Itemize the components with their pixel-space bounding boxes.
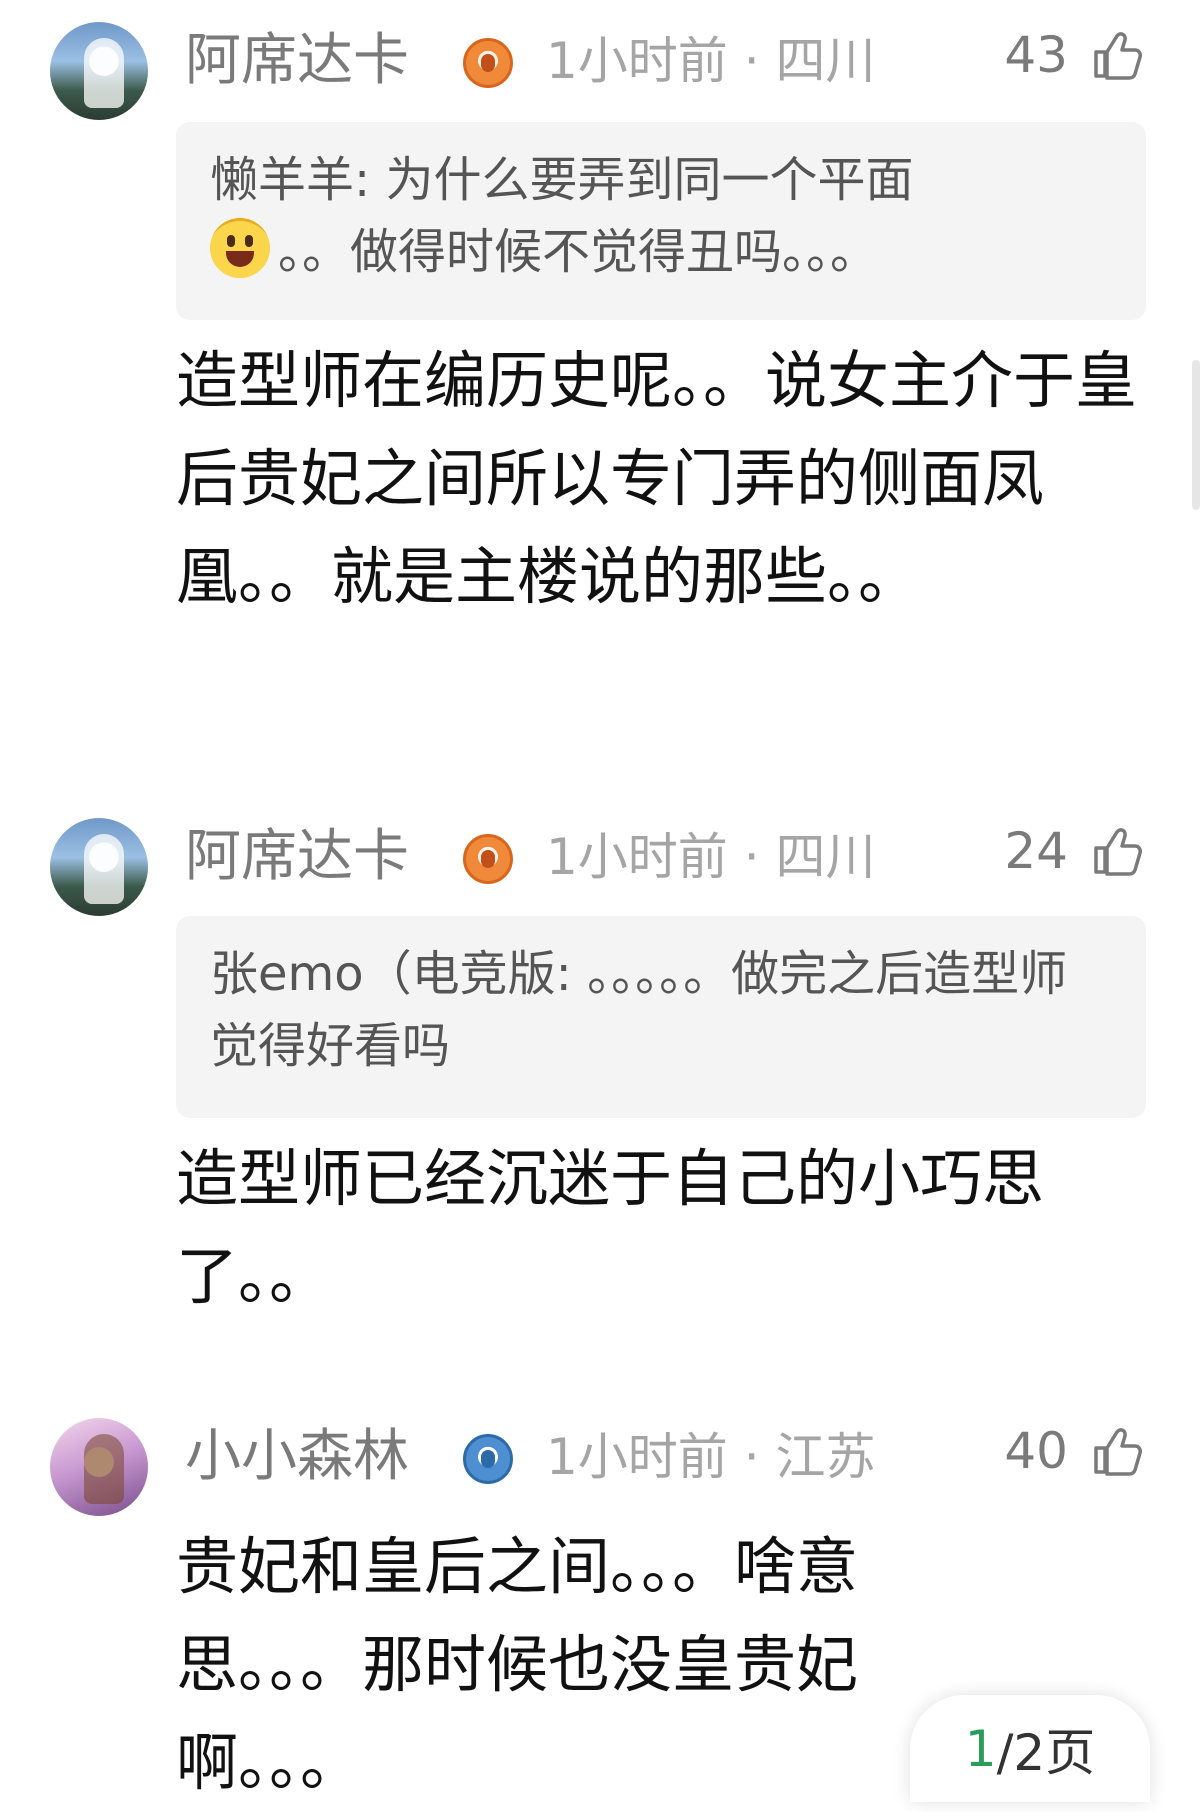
comment-meta: 1小时前 · 四川 [546,828,876,886]
comment-meta: 1小时前 · 江苏 [546,1428,876,1486]
like-count: 43 [1004,26,1068,84]
avatar[interactable] [50,818,148,916]
thumbs-up-icon[interactable] [1090,826,1142,878]
like-count: 40 [1004,1422,1068,1480]
grinning-emoji-icon [210,218,270,278]
thumbs-up-icon[interactable] [1090,1426,1142,1478]
quote-text: 。。做得时候不觉得丑吗。。。 [278,224,879,280]
page-indicator[interactable]: 1/2页 [910,1695,1150,1802]
orange-bird-badge-icon [463,38,513,88]
comment-text: 造型师在编历史呢。。说女主介于皇后贵妃之间所以专门弄的侧面凤凰。。就是主楼说的那… [176,344,1138,613]
username[interactable]: 阿席达卡 [185,26,409,96]
quoted-reply[interactable]: 张emo（电竞版: 。。。。。做完之后造型师觉得好看吗 [176,916,1146,1118]
avatar[interactable] [50,22,148,120]
comment-text: 贵妃和皇后之间。。。啥意思。。。那时候也没皇贵妃啊。。。 [176,1530,859,1799]
quote-author[interactable]: 张emo（电竞版: [210,946,572,1002]
blue-bird-badge-icon [463,1434,513,1484]
quote-author[interactable]: 懒羊羊: [210,152,370,208]
current-page: 1 [964,1719,997,1778]
quote-text: 为什么要弄到同一个平面 [370,152,914,208]
quoted-reply[interactable]: 懒羊羊: 为什么要弄到同一个平面 。。做得时候不觉得丑吗。。。 [176,122,1146,320]
total-pages: /2页 [996,1723,1096,1782]
comment-meta: 1小时前 · 四川 [546,32,876,90]
username[interactable]: 阿席达卡 [185,822,409,892]
like-count: 24 [1004,822,1068,880]
orange-bird-badge-icon [463,834,513,884]
username[interactable]: 小小森林 [185,1422,409,1492]
thumbs-up-icon[interactable] [1090,30,1142,82]
scrollbar[interactable] [1192,360,1200,510]
avatar[interactable] [50,1418,148,1516]
comment-text: 造型师已经沉迷于自己的小巧思了。。 [176,1142,1045,1313]
